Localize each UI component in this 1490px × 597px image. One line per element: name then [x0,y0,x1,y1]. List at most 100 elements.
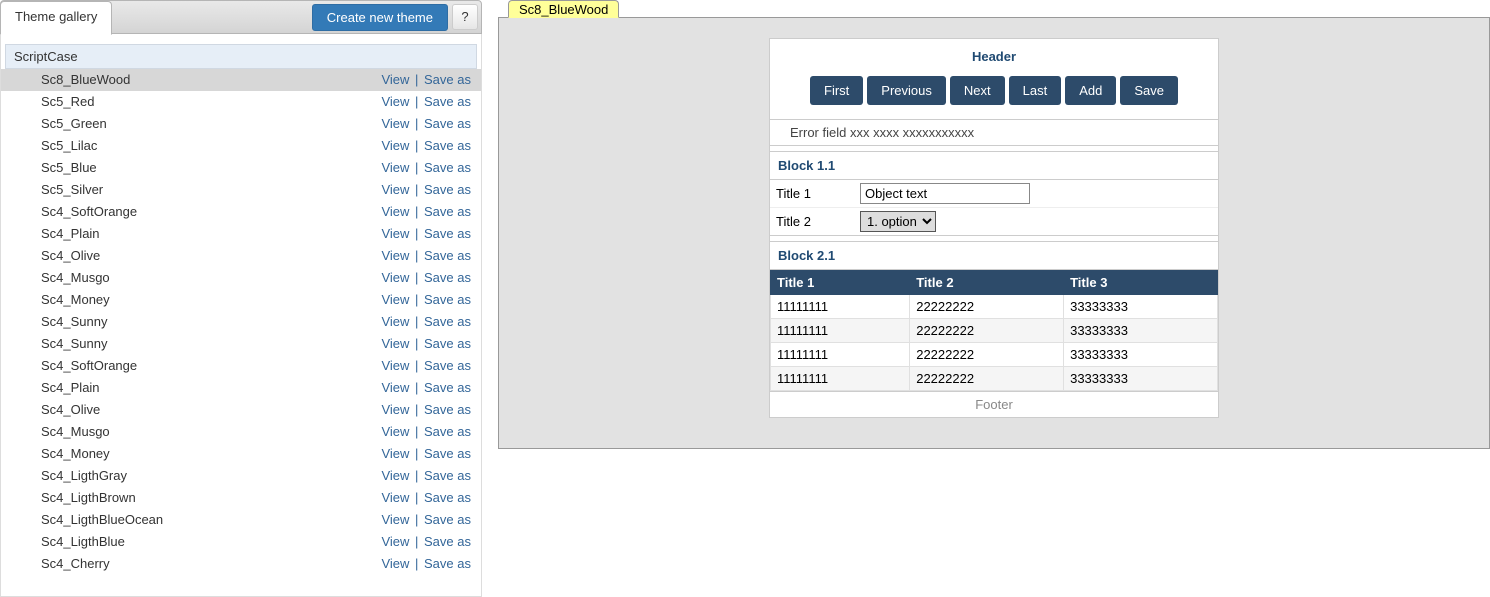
theme-name: Sc4_Cherry [41,556,381,572]
separator: | [409,358,424,373]
theme-row[interactable]: Sc8_BlueWoodView | Save as [1,69,481,91]
save-as-link[interactable]: Save as [424,116,471,131]
theme-row[interactable]: Sc4_MusgoView | Save as [1,267,481,289]
view-link[interactable]: View [381,270,409,285]
table-cell: 11111111 [771,295,910,319]
theme-row[interactable]: Sc4_LigthGrayView | Save as [1,465,481,487]
save-as-link[interactable]: Save as [424,424,471,439]
theme-row[interactable]: Sc4_MusgoView | Save as [1,421,481,443]
view-link[interactable]: View [381,336,409,351]
theme-row[interactable]: Sc5_SilverView | Save as [1,179,481,201]
save-as-link[interactable]: Save as [424,72,471,87]
error-row: Error field xxx xxxx xxxxxxxxxxx [770,119,1218,146]
view-link[interactable]: View [381,556,409,571]
separator: | [409,204,424,219]
save-as-link[interactable]: Save as [424,270,471,285]
theme-row[interactable]: Sc5_LilacView | Save as [1,135,481,157]
theme-row[interactable]: Sc4_PlainView | Save as [1,223,481,245]
view-link[interactable]: View [381,380,409,395]
field-row: Title 1 [770,180,1218,208]
help-button[interactable]: ? [452,4,478,30]
card-footer: Footer [770,391,1218,417]
theme-row[interactable]: Sc4_MoneyView | Save as [1,289,481,311]
save-button[interactable]: Save [1120,76,1178,105]
save-as-link[interactable]: Save as [424,182,471,197]
preview-box: Header FirstPreviousNextLastAddSave Erro… [498,17,1490,449]
theme-row[interactable]: Sc4_MoneyView | Save as [1,443,481,465]
save-as-link[interactable]: Save as [424,380,471,395]
theme-row[interactable]: Sc4_PlainView | Save as [1,377,481,399]
theme-row[interactable]: Sc5_GreenView | Save as [1,113,481,135]
preview-tab[interactable]: Sc8_BlueWood [508,0,619,18]
view-link[interactable]: View [381,358,409,373]
view-link[interactable]: View [381,138,409,153]
view-link[interactable]: View [381,72,409,87]
select-input[interactable]: 1. option [860,211,936,232]
create-theme-button[interactable]: Create new theme [312,4,448,31]
tab-theme-gallery[interactable]: Theme gallery [0,1,112,35]
field-label: Title 1 [776,186,860,201]
last-button[interactable]: Last [1009,76,1062,105]
save-as-link[interactable]: Save as [424,226,471,241]
theme-row[interactable]: Sc4_CherryView | Save as [1,553,481,575]
view-link[interactable]: View [381,226,409,241]
save-as-link[interactable]: Save as [424,292,471,307]
save-as-link[interactable]: Save as [424,358,471,373]
theme-actions: View | Save as [381,182,471,198]
view-link[interactable]: View [381,402,409,417]
theme-row[interactable]: Sc4_OliveView | Save as [1,245,481,267]
view-link[interactable]: View [381,248,409,263]
save-as-link[interactable]: Save as [424,138,471,153]
theme-row[interactable]: Sc4_SunnyView | Save as [1,311,481,333]
theme-row[interactable]: Sc4_SunnyView | Save as [1,333,481,355]
theme-row[interactable]: Sc4_SoftOrangeView | Save as [1,201,481,223]
save-as-link[interactable]: Save as [424,204,471,219]
theme-actions: View | Save as [381,314,471,330]
save-as-link[interactable]: Save as [424,94,471,109]
save-as-link[interactable]: Save as [424,314,471,329]
theme-name: Sc5_Blue [41,160,381,176]
table-cell: 22222222 [910,295,1064,319]
previous-button[interactable]: Previous [867,76,946,105]
theme-row[interactable]: Sc5_BlueView | Save as [1,157,481,179]
theme-row[interactable]: Sc4_LigthBrownView | Save as [1,487,481,509]
save-as-link[interactable]: Save as [424,402,471,417]
save-as-link[interactable]: Save as [424,490,471,505]
view-link[interactable]: View [381,512,409,527]
view-link[interactable]: View [381,424,409,439]
theme-row[interactable]: Sc4_LigthBlueOceanView | Save as [1,509,481,531]
view-link[interactable]: View [381,160,409,175]
view-link[interactable]: View [381,292,409,307]
table-cell: 33333333 [1064,295,1218,319]
view-link[interactable]: View [381,446,409,461]
view-link[interactable]: View [381,182,409,197]
view-link[interactable]: View [381,116,409,131]
view-link[interactable]: View [381,534,409,549]
theme-row[interactable]: Sc4_OliveView | Save as [1,399,481,421]
theme-row[interactable]: Sc4_SoftOrangeView | Save as [1,355,481,377]
add-button[interactable]: Add [1065,76,1116,105]
theme-list-container[interactable]: ScriptCase Sc8_BlueWoodView | Save asSc5… [0,34,482,597]
save-as-link[interactable]: Save as [424,534,471,549]
text-input[interactable] [860,183,1030,204]
save-as-link[interactable]: Save as [424,556,471,571]
save-as-link[interactable]: Save as [424,468,471,483]
theme-row[interactable]: Sc5_RedView | Save as [1,91,481,113]
view-link[interactable]: View [381,94,409,109]
view-link[interactable]: View [381,314,409,329]
save-as-link[interactable]: Save as [424,160,471,175]
next-button[interactable]: Next [950,76,1005,105]
view-link[interactable]: View [381,490,409,505]
theme-name: Sc5_Green [41,116,381,132]
save-as-link[interactable]: Save as [424,512,471,527]
block1-fields: Title 1Title 21. option [770,180,1218,236]
save-as-link[interactable]: Save as [424,336,471,351]
separator: | [409,160,424,175]
save-as-link[interactable]: Save as [424,446,471,461]
save-as-link[interactable]: Save as [424,248,471,263]
view-link[interactable]: View [381,468,409,483]
theme-group-header[interactable]: ScriptCase [5,44,477,69]
theme-row[interactable]: Sc4_LigthBlueView | Save as [1,531,481,553]
view-link[interactable]: View [381,204,409,219]
first-button[interactable]: First [810,76,863,105]
